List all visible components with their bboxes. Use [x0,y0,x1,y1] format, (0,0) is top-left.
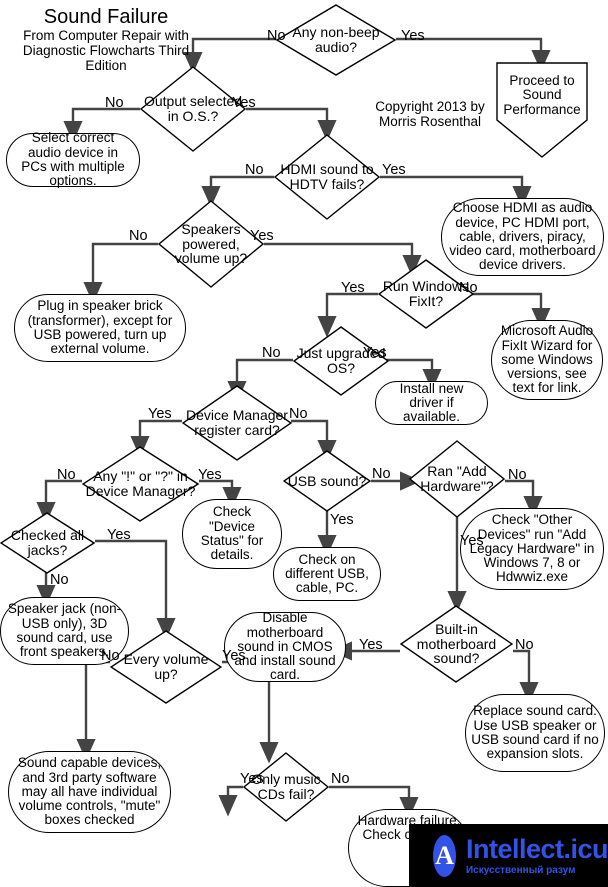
edge-label-no: No [331,771,350,787]
action-label: Choose HDMI as audio device, PC HDMI por… [449,200,596,273]
logo-tagline: Искусственный разум [465,864,576,876]
logo-text: Intellect.icu Искусственный разум [465,833,608,876]
action-label: Install new driver if available. [399,380,464,425]
decision-label: Ran "Add Hardware"? [420,463,494,494]
edge-label-yes: Yes [460,533,484,549]
edge-label-no: No [372,466,391,482]
decision-label: Run Windows FixIt? [382,278,470,309]
action-select-correct-audio-device[interactable]: Select correct audio device in PCs with … [6,130,140,189]
action-sound-capable-devices[interactable]: Sound capable devices, and 3rd party sof… [8,751,171,833]
edge-label-no: No [245,162,264,178]
title-heading: Sound Failure [43,6,169,28]
edge-label-yes: Yes [107,527,131,543]
decision-label: Built-in motherboard sound? [416,620,497,667]
decision-label: Any "!" or "?" in Device Manager? [85,468,196,499]
action-label: Check "Other Devices" run "Add Legacy Ha… [469,512,595,585]
edge-label-no: No [515,637,534,653]
action-plug-in-speaker-brick[interactable]: Plug in speaker brick (transformer), exc… [14,294,186,362]
offpage-label: Proceed to Sound Performance [503,73,581,117]
decision-label: Device Manager register card? [186,407,288,438]
decision-label: Checked all jacks? [10,527,85,558]
action-check-device-status[interactable]: Check "Device Status" for details. [182,499,282,569]
decision-label: Speakers powered, volume up? [174,220,248,267]
action-label: Check on different USB, cable, PC. [285,551,369,596]
decision-label: Just upgraded OS? [296,345,386,376]
action-label: Microsoft Audio FixIt Wizard for some Wi… [500,323,594,396]
action-label: Select correct audio device in PCs with … [21,130,125,189]
action-replace-sound-card[interactable]: Replace sound card. Use USB speaker or U… [465,694,605,772]
decision-speakers-powered-volume-up[interactable]: Speakers powered, volume up? [158,200,264,288]
action-label: Check "Device Status" for details. [200,504,264,563]
decision-any-bang-or-question-in-device-manager[interactable]: Any "!" or "?" in Device Manager? [82,446,199,522]
logo-mark-icon: A [433,834,456,877]
decision-checked-all-jacks[interactable]: Checked all jacks? [0,512,95,574]
edge-label-no: No [50,572,69,588]
decision-label: Only music CDs fail? [251,771,321,802]
action-choose-hdmi-as-audio-device[interactable]: Choose HDMI as audio device, PC HDMI por… [441,198,604,276]
edge-label-yes: Yes [359,637,383,653]
decision-built-in-motherboard-sound[interactable]: Built-in motherboard sound? [400,605,513,683]
edge-label-no: No [57,467,76,483]
edge-label-no: No [105,95,124,111]
decision-hdmi-sound-to-hdtv[interactable]: HDMI sound to HDTV fails? [274,134,380,220]
action-microsoft-audio-fixit-wizard[interactable]: Microsoft Audio FixIt Wizard for some Wi… [491,320,603,400]
decision-ran-add-hardware[interactable]: Ran "Add Hardware"? [409,440,505,518]
decision-label: Every volume up? [123,651,209,682]
decision-label: Output selected in O.S.? [143,93,243,124]
watermark-logo: A Intellect.icu Искусственный разум [409,824,608,887]
edge-label-no: No [129,228,148,244]
edge-label-yes: Yes [382,162,406,178]
action-label: Plug in speaker brick (transformer), exc… [27,298,173,357]
decision-label: HDMI sound to HDTV fails? [280,161,374,192]
page-title: Sound Failure [8,6,204,28]
decision-just-upgraded-os[interactable]: Just upgraded OS? [293,326,389,396]
decision-only-music-cds-fail[interactable]: Only music CDs fail? [243,752,329,822]
edge-label-no: No [508,467,527,483]
action-check-different-usb[interactable]: Check on different USB, cable, PC. [273,547,381,601]
flowchart-canvas: Sound Failure From Computer Repair with … [0,0,608,887]
action-label: Replace sound card. Use USB speaker or U… [471,703,599,762]
edge-label-yes: Yes [222,648,246,664]
edge-label-no: No [262,345,281,361]
action-disable-motherboard-sound[interactable]: Disable motherboard sound in CMOS and in… [224,610,346,683]
decision-usb-sound[interactable]: USB sound? [283,450,371,512]
decision-label: Any non-beep audio? [292,24,380,55]
action-check-other-devices[interactable]: Check "Other Devices" run "Add Legacy Ha… [460,508,604,590]
action-label: Sound capable devices, and 3rd party sof… [17,755,162,828]
logo-name: Intellect.icu [465,833,608,864]
decision-any-non-beep-audio[interactable]: Any non-beep audio? [276,4,396,76]
copyright-note: Copyright 2013 by Morris Rosenthal [375,99,485,129]
action-label: Disable motherboard sound in CMOS and in… [234,610,336,683]
action-install-new-driver[interactable]: Install new driver if available. [375,381,488,425]
edge-label-yes: Yes [401,28,425,44]
decision-label: USB sound? [287,472,367,489]
edge-label-yes: Yes [148,406,172,422]
edge-label-yes: Yes [330,512,354,528]
edge-label-yes: Yes [198,467,222,483]
edge-label-yes: Yes [341,280,365,296]
decision-output-selected-in-os[interactable]: Output selected in O.S.? [140,66,246,152]
offpage-proceed-to-sound-performance[interactable]: Proceed to Sound Performance [496,62,588,158]
